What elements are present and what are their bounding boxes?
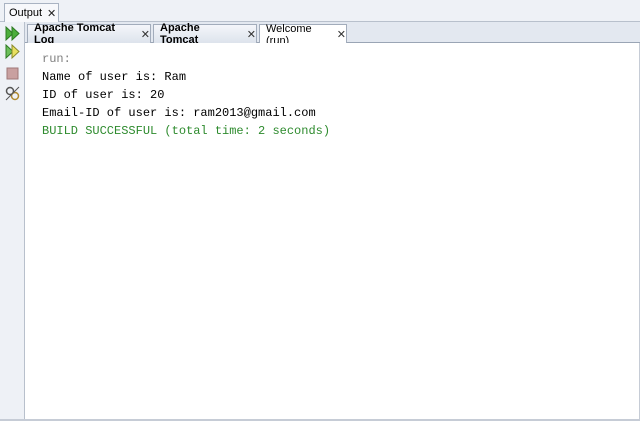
rerun-icon[interactable] bbox=[4, 25, 21, 42]
output-toolbar bbox=[0, 22, 25, 421]
close-icon[interactable]: ✕ bbox=[47, 7, 56, 20]
console-output[interactable]: run: Name of user is: Ram ID of user is:… bbox=[26, 43, 640, 421]
console-line-email: Email-ID of user is: ram2013@gmail.com bbox=[42, 106, 316, 120]
close-icon[interactable]: ✕ bbox=[141, 28, 150, 41]
tab-apache-tomcat[interactable]: Apache Tomcat ✕ bbox=[153, 22, 257, 46]
console-line-run: run: bbox=[42, 52, 71, 66]
rerun-with-options-icon[interactable] bbox=[4, 43, 21, 60]
console-line-id: ID of user is: 20 bbox=[42, 88, 165, 102]
stop-icon[interactable] bbox=[4, 65, 21, 82]
output-window-tabbar: Output ✕ bbox=[0, 0, 640, 22]
close-icon[interactable]: ✕ bbox=[247, 28, 256, 41]
output-tab-label: Output bbox=[9, 7, 43, 19]
settings-icon[interactable] bbox=[4, 85, 21, 102]
output-tabs: Apache Tomcat Log ✕ Apache Tomcat ✕ Welc… bbox=[25, 22, 640, 47]
output-window-tab[interactable]: Output ✕ bbox=[4, 3, 59, 22]
console-line-name: Name of user is: Ram bbox=[42, 70, 187, 84]
console-line-build-status: BUILD SUCCESSFUL (total time: 2 seconds) bbox=[42, 124, 331, 138]
close-icon[interactable]: ✕ bbox=[337, 28, 346, 41]
tab-welcome-run[interactable]: Welcome (run) ✕ bbox=[259, 23, 347, 47]
tab-apache-tomcat-log[interactable]: Apache Tomcat Log ✕ bbox=[27, 22, 151, 46]
